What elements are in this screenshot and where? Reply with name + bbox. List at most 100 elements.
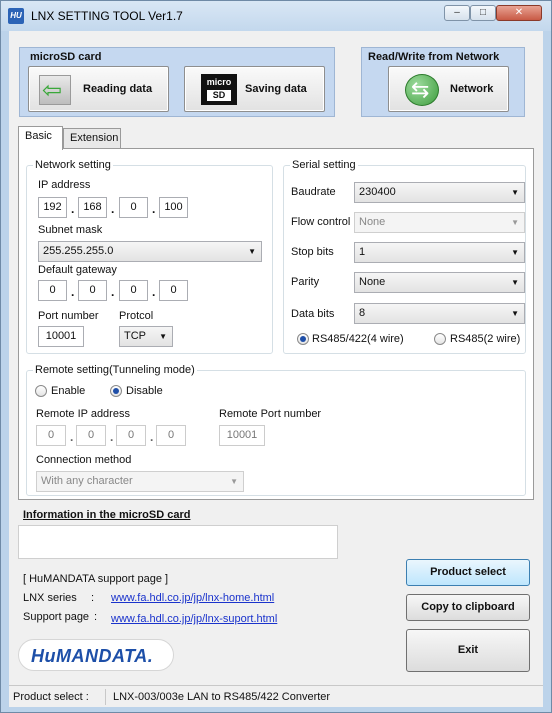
logo-text: HuMANDATA. (31, 646, 154, 666)
remote-ip-octet-3: 0 (116, 425, 146, 446)
remote-ip-dot: . (150, 430, 154, 444)
saving-data-button[interactable]: micro SD Saving data (184, 66, 325, 112)
subnet-mask-label: Subnet mask (38, 224, 103, 236)
status-bar: Product select : LNX-003/003e LAN to RS4… (9, 685, 543, 707)
stop-bits-label: Stop bits (291, 246, 334, 258)
network-panel: Read/Write from Network Network (361, 47, 525, 117)
parity-label: Parity (291, 276, 320, 288)
remote-ip-label: Remote IP address (36, 408, 130, 420)
enable-radio[interactable] (35, 385, 47, 397)
ip-dot: . (111, 202, 115, 216)
chevron-down-icon: ▼ (511, 218, 519, 227)
minimize-button[interactable]: – (444, 5, 470, 21)
flow-control-select: None ▼ (354, 212, 525, 233)
microsd-info-box (18, 525, 338, 559)
flow-control-value: None (359, 216, 386, 228)
tab-extension[interactable]: Extension (63, 128, 121, 148)
lnx-series-label: LNX series (23, 592, 77, 604)
port-number-label: Port number (38, 310, 99, 322)
disable-radio[interactable] (110, 385, 122, 397)
disable-label: Disable (126, 385, 163, 397)
status-product-value: LNX-003/003e LAN to RS485/422 Converter (113, 691, 331, 703)
reading-data-label: Reading data (83, 83, 153, 95)
ip-octet-3[interactable]: 0 (119, 197, 148, 218)
reading-data-button[interactable]: Reading data (28, 66, 169, 112)
lnx-series-separator: : (91, 592, 95, 604)
remote-ip-octet-4: 0 (156, 425, 186, 446)
enable-label: Enable (51, 385, 86, 397)
rs485-2wire-label: RS485(2 wire) (450, 333, 521, 345)
window-title: LNX SETTING TOOL Ver1.7 (31, 9, 183, 23)
baudrate-label: Baudrate (291, 186, 336, 198)
gateway-octet-2[interactable]: 0 (78, 280, 107, 301)
subnet-mask-value: 255.255.255.0 (43, 245, 114, 257)
parity-value: None (359, 276, 386, 288)
remote-ip-dot: . (70, 430, 74, 444)
subnet-mask-select[interactable]: 255.255.255.0 ▼ (38, 241, 262, 262)
exit-button[interactable]: Exit (406, 629, 530, 672)
tab-basic[interactable]: Basic (18, 126, 63, 150)
ip-octet-1[interactable]: 192 (38, 197, 67, 218)
default-gateway-label: Default gateway (38, 264, 117, 276)
saving-data-label: Saving data (245, 83, 307, 95)
chevron-down-icon: ▼ (159, 332, 167, 341)
baudrate-select[interactable]: 230400 ▼ (354, 182, 525, 203)
flow-control-label: Flow control (291, 216, 351, 228)
remote-setting-group: Remote setting(Tunneling mode) Enable Di… (26, 364, 526, 496)
port-number-input[interactable]: 10001 (38, 326, 84, 347)
microsd-panel: microSD card Reading data micro SD Saving… (19, 47, 335, 117)
gateway-octet-1[interactable]: 0 (38, 280, 67, 301)
remote-ip-dot: . (110, 430, 114, 444)
data-bits-select[interactable]: 8 ▼ (354, 303, 525, 324)
status-label: Product select : (13, 691, 89, 703)
sd-icon-bottom: SD (207, 90, 231, 101)
connection-method-value: With any character (41, 475, 133, 487)
gateway-dot: . (71, 285, 75, 299)
gateway-octet-3[interactable]: 0 (119, 280, 148, 301)
copy-to-clipboard-button[interactable]: Copy to clipboard (406, 594, 530, 621)
maximize-button[interactable]: □ (470, 5, 496, 21)
serial-setting-group: Serial setting Baudrate 230400 ▼ Flow co… (283, 159, 526, 354)
support-page-link[interactable]: www.fa.hdl.co.jp/jp/lnx-suport.html (111, 613, 277, 625)
remote-ip-octet-1: 0 (36, 425, 66, 446)
support-page-label: Support page (23, 611, 90, 623)
chevron-down-icon: ▼ (511, 278, 519, 287)
rs485-4wire-label: RS485/422(4 wire) (312, 333, 404, 345)
protocol-select[interactable]: TCP ▼ (119, 326, 173, 347)
chevron-down-icon: ▼ (230, 477, 238, 486)
ip-dot: . (71, 202, 75, 216)
ip-dot: . (152, 202, 156, 216)
remote-ip-octet-2: 0 (76, 425, 106, 446)
stop-bits-value: 1 (359, 246, 366, 258)
rs485-2wire-radio[interactable] (434, 333, 446, 345)
product-select-button[interactable]: Product select (406, 559, 530, 586)
client-area: microSD card Reading data micro SD Saving… (9, 31, 543, 707)
import-arrow-icon (39, 75, 71, 105)
serial-setting-legend: Serial setting (290, 159, 358, 171)
ip-octet-2[interactable]: 168 (78, 197, 107, 218)
baudrate-value: 230400 (359, 186, 396, 198)
chevron-down-icon: ▼ (248, 247, 256, 256)
network-button[interactable]: Network (388, 66, 509, 112)
rs485-4wire-radio[interactable] (297, 333, 309, 345)
ip-octet-4[interactable]: 100 (159, 197, 188, 218)
sd-icon-top: micro (206, 77, 232, 87)
protocol-label: Protcol (119, 310, 154, 322)
remote-port-input: 10001 (219, 425, 265, 446)
support-heading: [ HuMANDATA support page ] (23, 573, 169, 585)
parity-select[interactable]: None ▼ (354, 272, 525, 293)
gateway-octet-4[interactable]: 0 (159, 280, 188, 301)
network-globe-icon (405, 74, 439, 106)
gateway-dot: . (152, 285, 156, 299)
stop-bits-select[interactable]: 1 ▼ (354, 242, 525, 263)
microsd-info-title: Information in the microSD card (23, 509, 191, 521)
app-window: HU LNX SETTING TOOL Ver1.7 – □ ✕ microSD… (0, 0, 552, 713)
network-panel-title: Read/Write from Network (368, 51, 500, 63)
remote-port-label: Remote Port number (219, 408, 322, 420)
ip-address-label: IP address (38, 179, 91, 191)
close-button[interactable]: ✕ (496, 5, 542, 21)
network-setting-legend: Network setting (33, 159, 113, 171)
lnx-series-link[interactable]: www.fa.hdl.co.jp/jp/lnx-home.html (111, 592, 274, 604)
data-bits-label: Data bits (291, 308, 335, 320)
connection-method-label: Connection method (36, 454, 132, 466)
